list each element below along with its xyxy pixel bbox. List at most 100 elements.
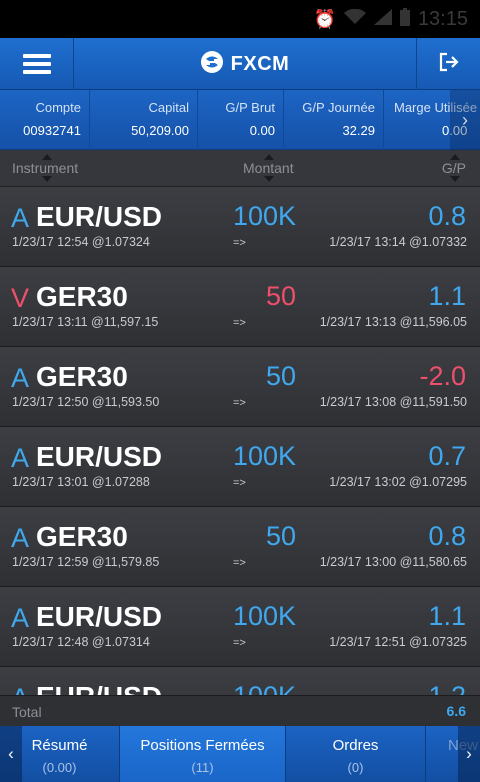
close-info: 1/23/17 13:00 @11,580.65 bbox=[319, 555, 467, 569]
position-amount: 100K bbox=[232, 601, 296, 631]
status-bar: ⏰ 13:15 bbox=[0, 0, 480, 38]
side-indicator: A bbox=[11, 523, 30, 553]
position-amount: 100K bbox=[232, 441, 296, 471]
closed-positions-list: A EUR/USD 100K 0.8 1/23/17 12:54 @1.0732… bbox=[0, 187, 480, 695]
close-info: 1/23/17 13:08 @11,591.50 bbox=[319, 395, 467, 409]
wifi-icon bbox=[343, 8, 366, 30]
side-indicator: A bbox=[11, 683, 29, 695]
position-amount: 50 bbox=[265, 361, 296, 391]
position-pl: 1.1 bbox=[428, 281, 466, 311]
instrument-symbol: GER30 bbox=[36, 521, 128, 552]
app-header: FXCM bbox=[0, 38, 480, 90]
sort-arrows-icon bbox=[42, 154, 52, 182]
fxcm-logo-icon bbox=[200, 50, 223, 78]
side-indicator: A bbox=[11, 363, 30, 393]
position-amount: 100K bbox=[232, 201, 296, 231]
total-label: Total bbox=[12, 704, 42, 720]
brand: FXCM bbox=[74, 38, 416, 90]
sort-arrows-icon bbox=[264, 154, 274, 182]
tab-positions-fermees[interactable]: Positions Fermées (11) bbox=[120, 726, 286, 782]
position-amount: 50 bbox=[265, 521, 296, 551]
menu-button[interactable] bbox=[0, 38, 74, 90]
account-value: 00932741 bbox=[23, 123, 81, 138]
signal-icon bbox=[373, 9, 392, 30]
battery-icon bbox=[399, 8, 410, 31]
account-value: 50,209.00 bbox=[131, 123, 189, 138]
position-row[interactable]: A GER30 50 0.8 1/23/17 12:59 @11,579.85 … bbox=[0, 507, 480, 587]
close-info: 1/23/17 12:51 @1.07325 bbox=[329, 635, 467, 649]
hamburger-menu-icon bbox=[22, 54, 51, 74]
open-info: 1/23/17 12:54 @1.07324 bbox=[12, 235, 150, 249]
position-row[interactable]: A EUR/USD 100K 0.7 1/23/17 13:01 @1.0728… bbox=[0, 427, 480, 507]
tab-label: Positions Fermées bbox=[140, 737, 265, 754]
account-cell-capital: Capital 50,209.00 bbox=[90, 90, 198, 150]
account-cell-compte: Compte 00932741 bbox=[0, 90, 90, 150]
instrument-symbol: EUR/USD bbox=[36, 441, 163, 472]
position-row[interactable]: A EUR/USD 100K 0.8 1/23/17 12:54 @1.0732… bbox=[0, 187, 480, 267]
close-info: 1/23/17 13:13 @11,596.05 bbox=[319, 315, 467, 329]
instrument-symbol: GER30 bbox=[36, 361, 128, 392]
account-label: G/P Brut bbox=[225, 100, 275, 115]
position-row[interactable]: A EUR/USD 100K 1.2 bbox=[0, 667, 480, 695]
tabs-scroll-right-button[interactable]: › bbox=[458, 726, 480, 782]
arrow-text: => bbox=[233, 557, 246, 569]
tab-label: Ordres bbox=[332, 737, 379, 754]
position-pl: 0.7 bbox=[428, 441, 466, 471]
side-indicator: V bbox=[11, 283, 30, 313]
account-scroll-right-button[interactable]: › bbox=[450, 90, 480, 150]
position-row[interactable]: A GER30 50 -2.0 1/23/17 12:50 @11,593.50… bbox=[0, 347, 480, 427]
chevron-right-icon: › bbox=[466, 744, 472, 763]
account-value: 0.00 bbox=[249, 123, 275, 138]
status-clock: 13:15 bbox=[417, 8, 468, 30]
position-pl: 0.8 bbox=[428, 521, 466, 551]
position-pl: 0.8 bbox=[428, 201, 466, 231]
account-cell-gp-brut: G/P Brut 0.00 bbox=[198, 90, 284, 150]
tab-ordres[interactable]: Ordres (0) bbox=[286, 726, 426, 782]
arrow-text: => bbox=[233, 637, 246, 649]
position-row[interactable]: V GER30 50 1.1 1/23/17 13:11 @11,597.15 … bbox=[0, 267, 480, 347]
total-bar: Total 6.6 bbox=[0, 695, 480, 726]
instrument-symbol: EUR/USD bbox=[36, 601, 163, 632]
account-label: Capital bbox=[148, 100, 189, 115]
account-label: Compte bbox=[35, 100, 81, 115]
open-info: 1/23/17 12:48 @1.07314 bbox=[12, 635, 150, 649]
alarm-icon: ⏰ bbox=[313, 9, 336, 29]
open-info: 1/23/17 13:01 @1.07288 bbox=[12, 475, 150, 489]
position-pl: -2.0 bbox=[419, 361, 466, 391]
tabs-scroll-left-button[interactable]: ‹ bbox=[0, 726, 22, 782]
open-info: 1/23/17 12:50 @11,593.50 bbox=[12, 395, 160, 409]
account-cell-gp-journee: G/P Journée 32.29 bbox=[284, 90, 384, 150]
account-value: 32.29 bbox=[342, 123, 375, 138]
table-header: Instrument Montant G/P bbox=[0, 150, 480, 187]
close-info: 1/23/17 13:02 @1.07295 bbox=[329, 475, 467, 489]
arrow-text: => bbox=[233, 237, 246, 249]
side-indicator: A bbox=[11, 443, 30, 473]
logout-icon bbox=[438, 51, 460, 78]
side-indicator: A bbox=[11, 603, 30, 633]
position-row[interactable]: A EUR/USD 100K 1.1 1/23/17 12:48 @1.0731… bbox=[0, 587, 480, 667]
position-pl: 1.2 bbox=[428, 681, 466, 695]
position-amount: 50 bbox=[265, 281, 296, 311]
arrow-text: => bbox=[233, 477, 246, 489]
instrument-symbol: GER30 bbox=[36, 281, 128, 312]
position-pl: 1.1 bbox=[428, 601, 466, 631]
open-info: 1/23/17 13:11 @11,597.15 bbox=[12, 315, 159, 329]
position-amount: 100K bbox=[233, 681, 296, 695]
arrow-text: => bbox=[233, 397, 246, 409]
sort-arrows-icon bbox=[450, 154, 460, 182]
side-indicator: A bbox=[11, 203, 30, 233]
logout-button[interactable] bbox=[416, 38, 480, 90]
app-title: FXCM bbox=[230, 52, 290, 75]
bottom-tab-bar: Résumé (0.00) Positions Fermées (11) Ord… bbox=[0, 726, 480, 782]
arrow-text: => bbox=[233, 317, 246, 329]
close-info: 1/23/17 13:14 @1.07332 bbox=[329, 235, 467, 249]
chevron-right-icon: › bbox=[462, 109, 468, 130]
account-label: G/P Journée bbox=[302, 100, 375, 115]
open-info: 1/23/17 12:59 @11,579.85 bbox=[12, 555, 160, 569]
total-value: 6.6 bbox=[446, 703, 466, 719]
tab-count: (0) bbox=[347, 760, 364, 775]
instrument-symbol: EUR/USD bbox=[36, 681, 162, 695]
tab-count: (11) bbox=[191, 760, 214, 775]
account-summary-bar: Compte 00932741 Capital 50,209.00 G/P Br… bbox=[0, 90, 480, 150]
instrument-symbol: EUR/USD bbox=[36, 201, 163, 232]
